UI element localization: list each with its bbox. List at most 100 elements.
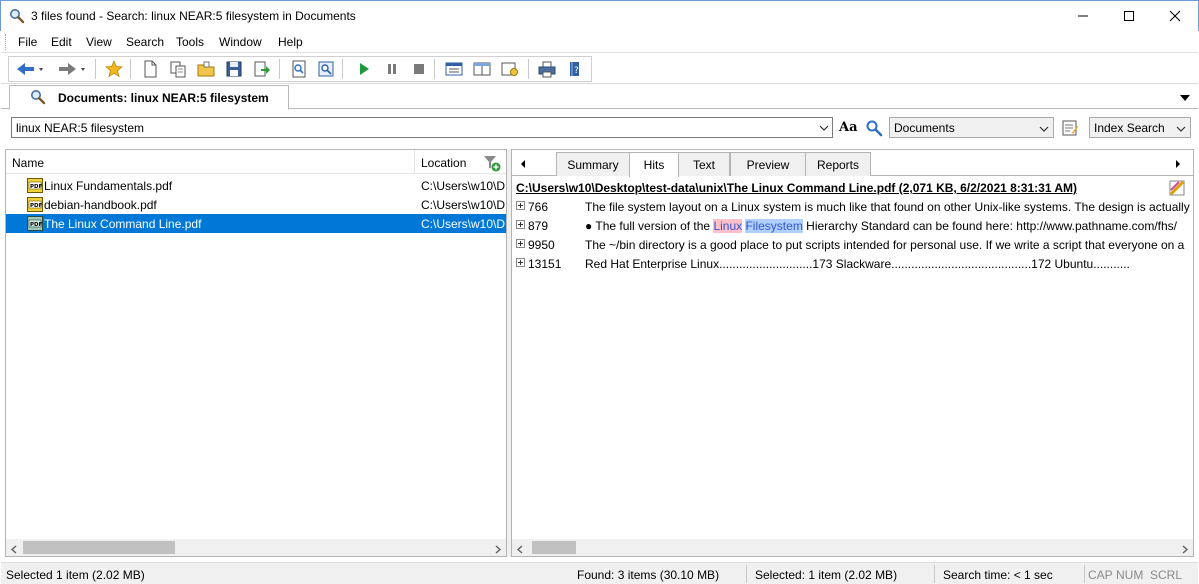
minimize-button[interactable] [1060,1,1106,31]
menu-search[interactable]: Search [126,35,164,49]
expand-icon[interactable] [516,258,525,267]
column-header-location[interactable]: Location [421,156,466,170]
tab-reports[interactable]: Reports [805,152,871,176]
edit-index-icon[interactable] [1061,119,1079,137]
close-button[interactable] [1152,1,1198,31]
detail-tab-strip: Summary Hits Text Preview Reports [512,150,1193,177]
status-divider [746,565,747,583]
pause-icon[interactable] [381,58,403,80]
copy-document-icon[interactable] [167,58,189,80]
scroll-right-icon[interactable] [493,543,502,554]
search-icon [30,89,46,105]
column-divider[interactable] [414,150,415,174]
hit-document-path-link[interactable]: C:\Users\w10\Desktop\test-data\unix\The … [516,181,1077,195]
hit-row[interactable]: 766 The file system layout on a Linux sy… [512,197,1192,216]
pdf-file-icon: PDF [27,178,43,193]
hits-horizontal-scrollbar[interactable] [512,539,1193,556]
status-scrl: SCRL [1150,568,1183,582]
preview-pane-icon[interactable] [471,58,493,80]
results-list-panel: Name Location PDF Linux Fundamentals.pdf… [5,149,507,557]
pdf-file-icon: PDF [27,197,43,212]
add-filter-icon[interactable] [483,154,501,172]
document-tab-strip: Documents: linux NEAR:5 filesystem [1,84,1198,110]
menu-view[interactable]: View [86,35,112,49]
scroll-left-icon[interactable] [516,543,525,554]
column-header-name[interactable]: Name [12,156,44,170]
layout-icon[interactable] [443,58,465,80]
result-file-location: C:\Users\w10\D [421,217,506,231]
hit-row[interactable]: 9950 The ~/bin directory is a good place… [512,235,1192,254]
toolbar-separator [528,59,529,79]
scrollbar-thumb[interactable] [532,541,576,554]
menu-bar: File Edit View Search Tools Window Help [1,31,1198,53]
menu-file[interactable]: File [18,35,37,49]
result-file-name: Linux Fundamentals.pdf [44,179,173,193]
hit-word-number: 879 [528,219,549,233]
print-icon[interactable] [536,58,558,80]
new-document-icon[interactable] [139,58,161,80]
options-icon[interactable] [499,58,521,80]
menu-help[interactable]: Help [278,35,303,49]
tab-preview[interactable]: Preview [730,152,806,176]
scrollbar-thumb[interactable] [23,541,175,554]
tab-hits[interactable]: Hits [629,152,679,177]
hit-highlight-linux: Linux [713,219,743,233]
index-icon[interactable] [288,58,310,80]
menu-edit[interactable]: Edit [51,35,72,49]
tab-list-dropdown-icon[interactable] [1180,91,1190,101]
hit-row[interactable]: 879 ● The full version of the Linux File… [512,216,1192,235]
document-properties-icon[interactable] [1169,180,1185,196]
expand-icon[interactable] [516,239,525,248]
forward-arrow-icon[interactable] [55,58,89,80]
search-bar: Aa Documents Index Search [1,110,1198,146]
chevron-down-icon[interactable] [818,122,830,134]
result-file-name: debian-handbook.pdf [44,198,157,212]
hit-row[interactable]: 13151 Red Hat Enterprise Linux..........… [512,254,1192,273]
scroll-right-icon[interactable] [1180,543,1189,554]
chevron-down-icon [1176,123,1186,133]
toolbar-separator [342,59,343,79]
toolbar: ? [1,54,1198,84]
back-arrow-icon[interactable] [13,58,47,80]
favorites-star-icon[interactable] [103,58,125,80]
document-tab[interactable]: Documents: linux NEAR:5 filesystem [9,85,289,110]
play-icon[interactable] [353,58,375,80]
match-case-button[interactable]: Aa [839,120,858,135]
export-icon[interactable] [251,58,273,80]
results-horizontal-scrollbar[interactable] [6,539,506,556]
tab-text[interactable]: Text [678,152,730,176]
expand-icon[interactable] [516,201,525,210]
search-input[interactable] [12,118,812,137]
result-row-selected[interactable]: PDF The Linux Command Line.pdf C:\Users\… [6,214,506,233]
scroll-left-icon[interactable] [10,543,19,554]
hit-context-post: Hierarchy Standard can be found here: ht… [802,219,1178,233]
search-query-field[interactable] [11,117,833,138]
hit-context-pre: ● The full version of the [585,219,714,233]
result-row[interactable]: PDF Linux Fundamentals.pdf C:\Users\w10\… [6,176,506,195]
tab-scroll-left-icon[interactable] [519,158,527,168]
search-index-icon[interactable] [315,58,337,80]
save-icon[interactable] [223,58,245,80]
search-mode-select[interactable]: Index Search [1089,117,1191,138]
status-search-time: Search time: < 1 sec [943,568,1053,582]
menu-window[interactable]: Window [219,35,262,49]
hit-word-number: 766 [528,200,549,214]
toolbar-separator [279,59,280,79]
result-file-location: C:\Users\w10\D [421,179,506,193]
svg-text:?: ? [574,66,579,76]
stop-icon[interactable] [408,58,430,80]
scope-select[interactable]: Documents [889,117,1054,138]
tab-scroll-right-icon[interactable] [1174,158,1182,168]
scope-select-value: Documents [894,121,955,135]
status-bar: Selected 1 item (2.02 MB) Found: 3 items… [1,562,1198,584]
window-title: 3 files found - Search: linux NEAR:5 fil… [31,9,356,23]
result-row[interactable]: PDF debian-handbook.pdf C:\Users\w10\D [6,195,506,214]
maximize-button[interactable] [1106,1,1152,31]
search-button-icon[interactable] [865,119,883,137]
help-icon[interactable]: ? [564,58,586,80]
menu-tools[interactable]: Tools [176,35,204,49]
expand-icon[interactable] [516,220,525,229]
tab-summary[interactable]: Summary [556,152,630,176]
result-file-name: The Linux Command Line.pdf [44,217,202,231]
open-folder-icon[interactable] [195,58,217,80]
